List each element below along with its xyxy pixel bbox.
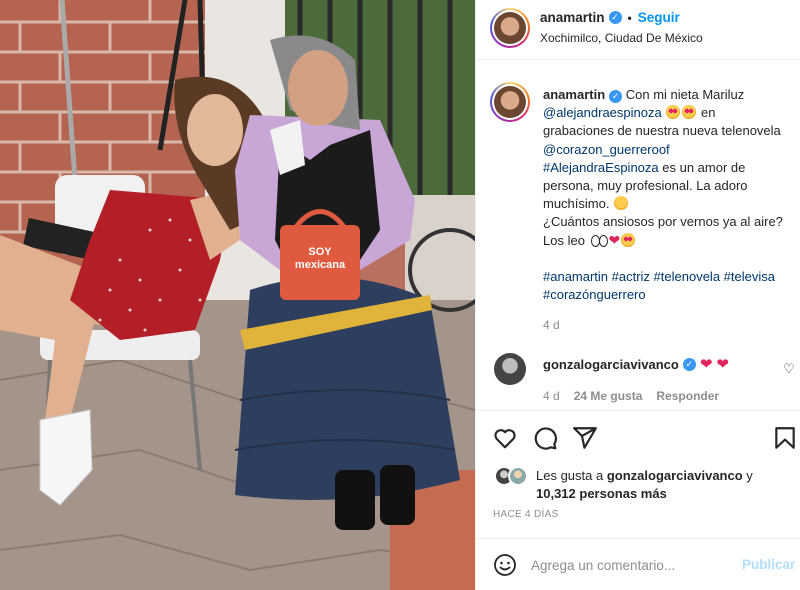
caption-line5: es un amor de xyxy=(662,159,746,175)
liker-avatar[interactable] xyxy=(508,466,528,486)
caption-line7: muchísimo. xyxy=(543,196,610,212)
star-struck-emoji-icon xyxy=(666,105,681,120)
caption-time[interactable]: 4 d xyxy=(543,318,560,332)
likes-summary: Les gusta a gonzalogarciavivanco y 10,31… xyxy=(476,462,800,506)
red-heart-emoji-icon: ❤ xyxy=(716,355,729,373)
star-struck-emoji-icon xyxy=(621,232,636,247)
comment-row: gonzalogarciavivanco ✓ ❤ ❤ ♡ 4 d 24 Me gu… xyxy=(476,345,800,405)
post-details-panel: anamartin ✓ • Seguir Xochimilco, Ciudad … xyxy=(475,0,800,590)
post-header: anamartin ✓ • Seguir Xochimilco, Ciudad … xyxy=(476,0,800,60)
mention-corazon-guerreroof[interactable]: @corazon_guerreroof xyxy=(543,142,670,157)
caption-hashtags[interactable]: #anamartin #actriz #telenovela #televisa xyxy=(543,269,775,284)
author-line: anamartin ✓ • Seguir xyxy=(540,10,680,25)
smiling-hearts-emoji-icon xyxy=(614,196,629,211)
likes-conjunction: y xyxy=(746,468,753,483)
comment-content: gonzalogarciavivanco ✓ ❤ ❤ xyxy=(543,355,729,373)
star-struck-emoji-icon xyxy=(682,105,697,120)
bag-text-line2: mexicana xyxy=(295,259,346,271)
caption-line6: persona, muy profesional. La adoro xyxy=(543,178,748,194)
caption-line8: ¿Cuántos ansiosos por vernos ya al aire? xyxy=(543,214,783,230)
reply-button[interactable]: Responder xyxy=(656,389,719,403)
likes-prefix: Les gusta a xyxy=(536,468,604,483)
add-comment-bar: Publicar xyxy=(476,538,800,590)
bag-text-line1: SOY xyxy=(308,246,332,258)
caption-line2: en xyxy=(700,105,716,121)
commenter-avatar[interactable] xyxy=(494,353,526,385)
comment-like-heart-icon[interactable]: ♡ xyxy=(783,361,795,377)
author-avatar[interactable] xyxy=(490,8,530,48)
hashtag-corazonguerrero[interactable]: #corazónguerrero xyxy=(543,287,646,302)
publish-button[interactable]: Publicar xyxy=(742,557,795,572)
emoji-icon[interactable] xyxy=(493,553,517,577)
bookmark-icon[interactable] xyxy=(772,425,798,451)
caption-line1: Con mi nieta Mariluz xyxy=(625,87,745,102)
share-icon[interactable] xyxy=(572,425,598,451)
likes-text: Les gusta a gonzalogarciavivanco y 10,31… xyxy=(536,467,796,503)
follow-button[interactable]: Seguir xyxy=(638,10,680,25)
eyes-emoji-icon xyxy=(590,233,608,247)
verified-badge-icon: ✓ xyxy=(609,90,623,103)
heart-icon[interactable] xyxy=(492,425,518,451)
comment-input[interactable] xyxy=(531,553,731,577)
caption-text: anamartin ✓ Con mi nieta Mariluz @alejand… xyxy=(543,86,798,304)
verified-badge-icon: ✓ xyxy=(608,11,622,24)
header-separator: • xyxy=(627,10,632,25)
comment-icon[interactable] xyxy=(532,425,558,451)
red-heart-emoji-icon: ❤ xyxy=(608,231,621,248)
author-username[interactable]: anamartin xyxy=(540,10,605,25)
photo-illustration: SOY mexicana xyxy=(0,0,475,590)
verified-badge-icon: ✓ xyxy=(682,358,696,371)
post-timestamp[interactable]: HACE 4 DÍAS xyxy=(493,509,559,520)
commenter-username[interactable]: gonzalogarciavivanco xyxy=(543,357,679,372)
hashtag-alejandraespinoza[interactable]: #AlejandraEspinoza xyxy=(543,160,659,175)
comment-time[interactable]: 4 d xyxy=(543,389,560,403)
likes-count[interactable]: 10,312 personas más xyxy=(536,486,667,501)
caption-line9: Los leo xyxy=(543,232,585,248)
liker-username[interactable]: gonzalogarciavivanco xyxy=(607,468,743,483)
caption-username[interactable]: anamartin xyxy=(543,87,605,102)
red-heart-emoji-icon: ❤ xyxy=(699,355,713,373)
post-photo[interactable]: SOY mexicana xyxy=(0,0,475,590)
caption-avatar[interactable] xyxy=(490,82,530,122)
caption-line3: grabaciones de nuestra nueva telenovela xyxy=(543,123,781,139)
mention-alejandraespinoza[interactable]: @alejandraespinoza xyxy=(543,105,662,120)
post-location[interactable]: Xochimilco, Ciudad De México xyxy=(540,31,703,45)
comment-likes[interactable]: 24 Me gusta xyxy=(574,389,643,403)
action-bar xyxy=(476,410,800,460)
comment-meta: 4 d 24 Me gusta Responder xyxy=(543,389,719,403)
